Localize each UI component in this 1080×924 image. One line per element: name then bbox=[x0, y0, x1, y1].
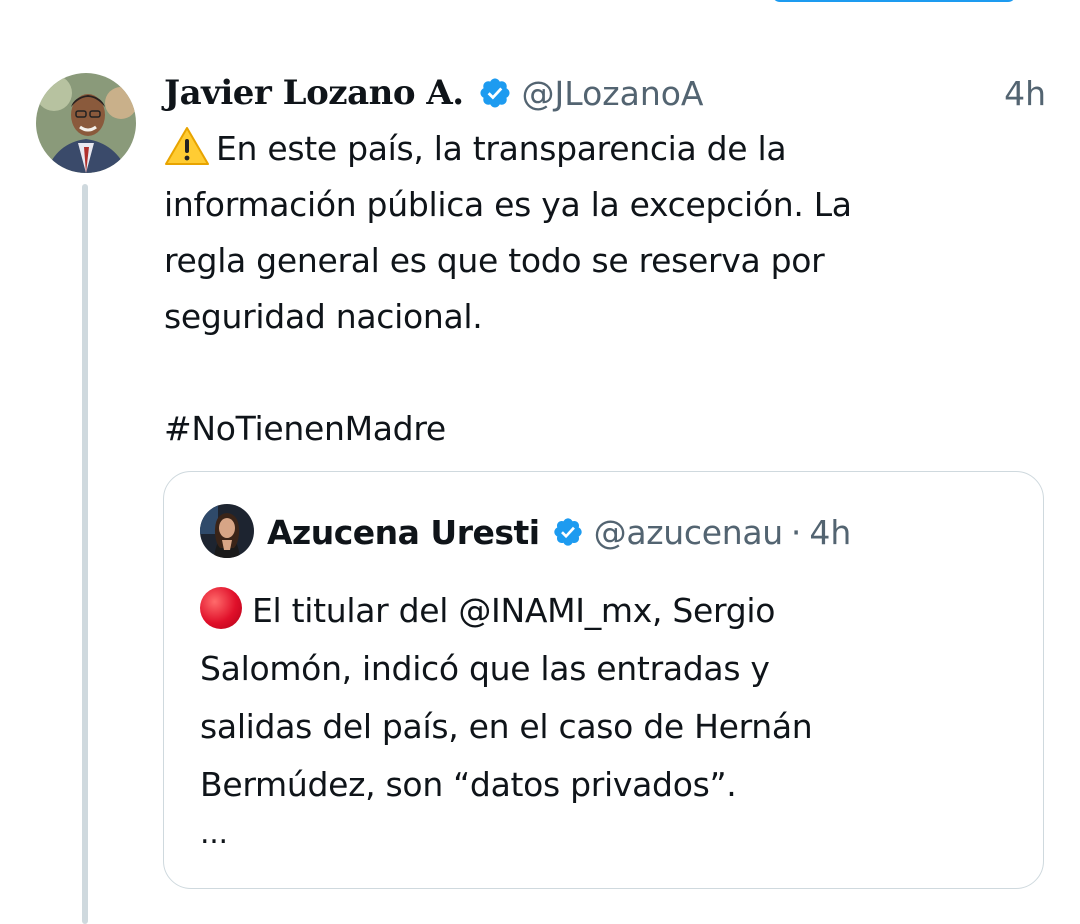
tweet-line: seguridad nacional. bbox=[164, 297, 483, 336]
tweet-header: Javier Lozano A. @JLozanoA 4h bbox=[164, 66, 1046, 120]
quoted-line-text: El titular del @INAMI_mx, Sergio bbox=[252, 591, 776, 630]
hashtag-link[interactable]: #NoTienenMadre bbox=[164, 401, 1044, 457]
tweet-text: En este país, la transparencia de la inf… bbox=[164, 121, 1044, 457]
quoted-time[interactable]: 4h bbox=[809, 513, 851, 552]
author-name[interactable]: Javier Lozano A. bbox=[164, 73, 464, 113]
separator-dot: · bbox=[790, 512, 802, 552]
quoted-avatar[interactable] bbox=[200, 504, 254, 558]
tweet-line: información pública es ya la excepción. … bbox=[164, 185, 852, 224]
avatar-photo bbox=[36, 73, 136, 173]
quoted-line: salidas del país, en el caso de Hernán bbox=[200, 707, 813, 746]
tweet-time[interactable]: 4h bbox=[1004, 74, 1046, 113]
avatar[interactable] bbox=[36, 73, 136, 173]
quoted-avatar-photo bbox=[200, 504, 254, 558]
author-handle[interactable]: @JLozanoA bbox=[522, 74, 704, 113]
tweet-line-text: En este país, la transparencia de la bbox=[216, 129, 787, 168]
top-action-button-edge[interactable] bbox=[772, 0, 1016, 2]
quoted-handle[interactable]: @azucenau bbox=[594, 513, 784, 552]
quoted-tweet-card[interactable]: Azucena Uresti @azucenau · 4h El titular… bbox=[163, 471, 1044, 889]
verified-badge-icon bbox=[553, 518, 582, 546]
quoted-line: Salomón, indicó que las entradas y bbox=[200, 649, 770, 688]
verified-badge-icon bbox=[480, 78, 510, 108]
truncation-ellipsis: ... bbox=[200, 816, 228, 851]
warning-sign-icon bbox=[165, 127, 209, 165]
tweet-line: regla general es que todo se reserva por bbox=[164, 241, 825, 280]
tweet-line: En este país, la transparencia de la bbox=[164, 121, 1044, 177]
red-circle-icon bbox=[200, 587, 242, 629]
quoted-author-name[interactable]: Azucena Uresti bbox=[267, 513, 540, 552]
quoted-header: Azucena Uresti @azucenau · 4h bbox=[267, 506, 851, 558]
thread-line bbox=[82, 184, 88, 924]
quoted-text: El titular del @INAMI_mx, Sergio Salomón… bbox=[200, 582, 1020, 854]
quoted-line: Bermúdez, son “datos privados”. bbox=[200, 765, 737, 804]
quoted-line: El titular del @INAMI_mx, Sergio bbox=[200, 582, 1020, 640]
